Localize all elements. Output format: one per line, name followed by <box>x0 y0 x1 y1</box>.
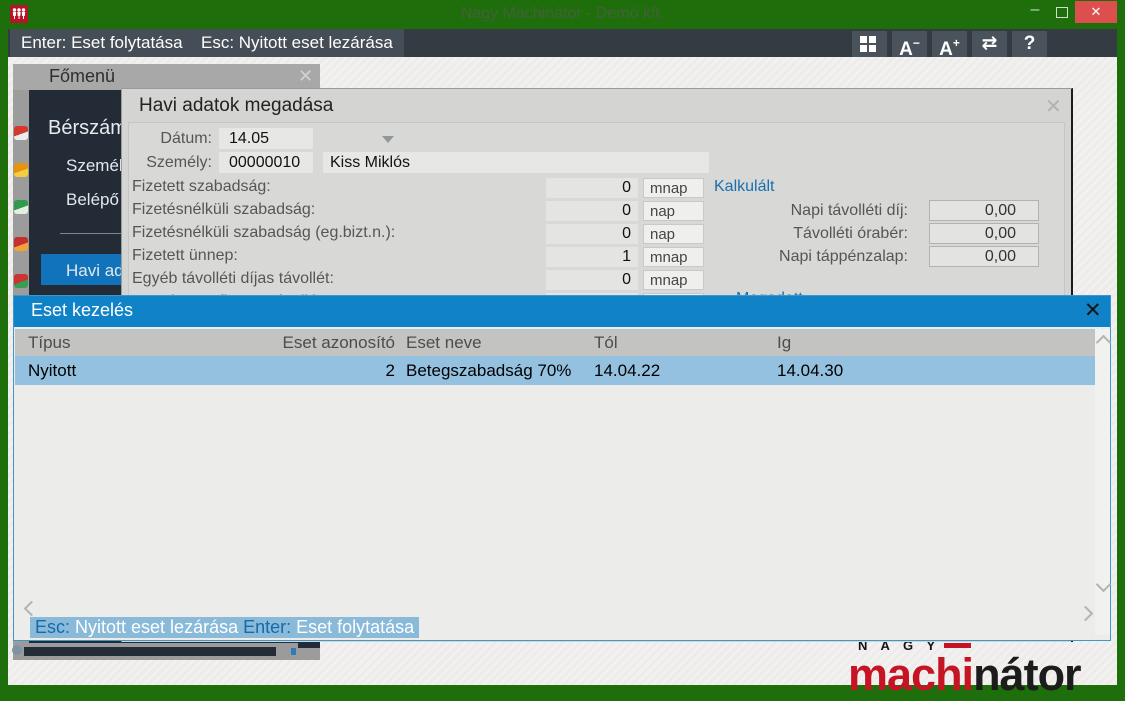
row-label: Fizetésnélküli szabadság (eg.bizt.n.): <box>132 224 396 241</box>
cell-tol: 14.04.22 <box>594 361 661 380</box>
kalk-label: Távolléti órabér: <box>793 225 908 242</box>
fomenu-titlebar[interactable]: Főmenü ✕ <box>13 64 320 90</box>
row-value-field[interactable]: 0 <box>546 201 638 221</box>
dialog-close-icon[interactable]: ✕ <box>1045 94 1062 119</box>
font-decrease-button[interactable]: A− <box>892 31 927 61</box>
row-value-field[interactable]: 1 <box>546 247 638 267</box>
main-content: Enter: Eset folytatása Esc: Nyitott eset… <box>8 29 1117 697</box>
kalk-value-field: 0,00 <box>929 223 1039 244</box>
col-tol: Tól <box>594 333 618 352</box>
esc-close-case-button[interactable]: Esc: Nyitott eset lezárása <box>190 29 404 57</box>
font-decrease-icon: A− <box>899 36 920 61</box>
window-title: Nagy Machinátor - Demó kft. <box>460 5 665 22</box>
enter-key-hint: Enter: <box>243 617 292 637</box>
table-header: Típus Eset azonosító Eset neve Tól Ig <box>15 329 1095 356</box>
szemely-label: Személy: <box>146 154 212 171</box>
scroll-down-icon[interactable] <box>1095 576 1112 593</box>
eset-kezeles-window: Eset kezelés ✕ Típus Eset azonosító Eset… <box>13 295 1112 641</box>
status-hint-bar: Esc: Nyitott eset lezárása Enter: Eset f… <box>30 617 420 638</box>
chevron-down-icon <box>382 136 394 143</box>
scrollbar-thumb[interactable] <box>24 647 276 656</box>
row-unit-field[interactable]: mnap <box>643 270 704 290</box>
scroll-marker <box>291 648 296 655</box>
menu-section-berszamfejtes: Bérszám <box>48 117 127 139</box>
szemely-code-field[interactable]: 00000010 <box>219 152 313 173</box>
fomenu-title: Főmenü <box>49 66 116 86</box>
font-increase-button[interactable]: A+ <box>932 31 967 61</box>
row-value-field[interactable]: 0 <box>546 178 638 198</box>
datum-label: Dátum: <box>160 130 212 147</box>
kalk-value-field: 0,00 <box>929 246 1039 267</box>
basket-icon[interactable] <box>14 274 28 288</box>
bag-icon[interactable] <box>14 163 28 177</box>
eset-close-icon[interactable]: ✕ <box>1084 298 1102 323</box>
help-button[interactable]: ? <box>1012 31 1047 57</box>
fomenu-horizontal-scrollbar[interactable] <box>12 643 298 660</box>
col-eset-neve: Eset neve <box>406 333 482 352</box>
scroll-up-icon[interactable] <box>1095 334 1112 351</box>
col-tipus: Típus <box>28 333 71 352</box>
cell-tipus: Nyitott <box>28 361 77 380</box>
datum-dropdown[interactable]: 14.05 <box>219 128 394 149</box>
flag-icon[interactable] <box>14 200 28 214</box>
row-label: Fizetésnélküli szabadság: <box>132 201 316 218</box>
menu-item-belepo[interactable]: Belépő ( <box>66 190 129 210</box>
row-value-field[interactable]: 0 <box>546 270 638 290</box>
kalk-label: Napi távolléti díj: <box>790 202 908 219</box>
cart-icon[interactable] <box>14 126 28 140</box>
logo-machinator-text: machinátor <box>848 649 1082 700</box>
scroll-knob-icon <box>12 645 22 655</box>
cell-neve: Betegszabadság 70% <box>406 361 572 380</box>
page-left-icon[interactable] <box>23 600 40 617</box>
swap-arrows-icon: ⇄ <box>981 33 998 54</box>
row-label: Fizetett szabadság: <box>132 178 271 195</box>
close-button[interactable]: ✕ <box>1075 1 1117 23</box>
kalkulalt-heading: Kalkulált <box>714 178 775 195</box>
eset-titlebar[interactable]: Eset kezelés ✕ <box>14 296 1110 327</box>
cell-ig: 14.04.30 <box>777 361 844 380</box>
esc-action-hint: Nyitott eset lezárása <box>70 617 244 637</box>
row-label: Egyéb távolléti díjas távollét: <box>132 270 334 287</box>
table-row-selected[interactable]: Nyitott 2 Betegszabadság 70% 14.04.22 14… <box>15 356 1095 385</box>
swap-arrows-button[interactable]: ⇄ <box>972 31 1007 57</box>
maximize-icon <box>1056 7 1068 18</box>
esc-key-hint: Esc: <box>35 617 71 637</box>
app-window: Nagy Machinátor - Demó kft. – ✕ Enter: E… <box>0 0 1125 701</box>
maximize-button[interactable] <box>1048 0 1074 24</box>
page-right-icon[interactable] <box>1077 605 1094 622</box>
row-value-field[interactable]: 0 <box>546 224 638 244</box>
logo-dash <box>944 643 972 649</box>
help-icon: ? <box>1023 33 1036 54</box>
eset-title: Eset kezelés <box>31 300 134 320</box>
col-ig: Ig <box>777 333 792 352</box>
dialog-title: Havi adatok megadása <box>139 95 334 116</box>
kalk-value-field: 0,00 <box>929 200 1039 221</box>
tiles-icon <box>860 36 877 53</box>
row-label: Fizetett ünnep: <box>132 247 238 264</box>
font-increase-icon: A+ <box>939 36 960 61</box>
szemely-name-field[interactable]: Kiss Miklós <box>323 152 709 173</box>
coins-icon[interactable] <box>14 237 28 251</box>
tiles-menu-button[interactable] <box>852 31 887 57</box>
col-eset-azonosito: Eset azonosító <box>282 333 395 352</box>
brand-logo: N A G Y machinátor <box>848 637 1114 700</box>
kalk-label: Napi táppénzalap: <box>779 248 908 265</box>
enter-action-hint: Eset folytatása <box>291 617 415 637</box>
enter-continue-case-button[interactable]: Enter: Eset folytatása <box>10 29 194 57</box>
minimize-button[interactable]: – <box>1022 0 1048 24</box>
vertical-scrollbar[interactable] <box>1095 329 1112 635</box>
window-titlebar[interactable]: Nagy Machinátor - Demó kft. – ✕ <box>0 0 1125 29</box>
row-unit-field[interactable]: mnap <box>643 178 704 198</box>
cell-azonosito: 2 <box>385 361 395 380</box>
toolbar: Enter: Eset folytatása Esc: Nyitott eset… <box>8 29 1117 61</box>
fomenu-close-icon[interactable]: ✕ <box>298 66 313 87</box>
